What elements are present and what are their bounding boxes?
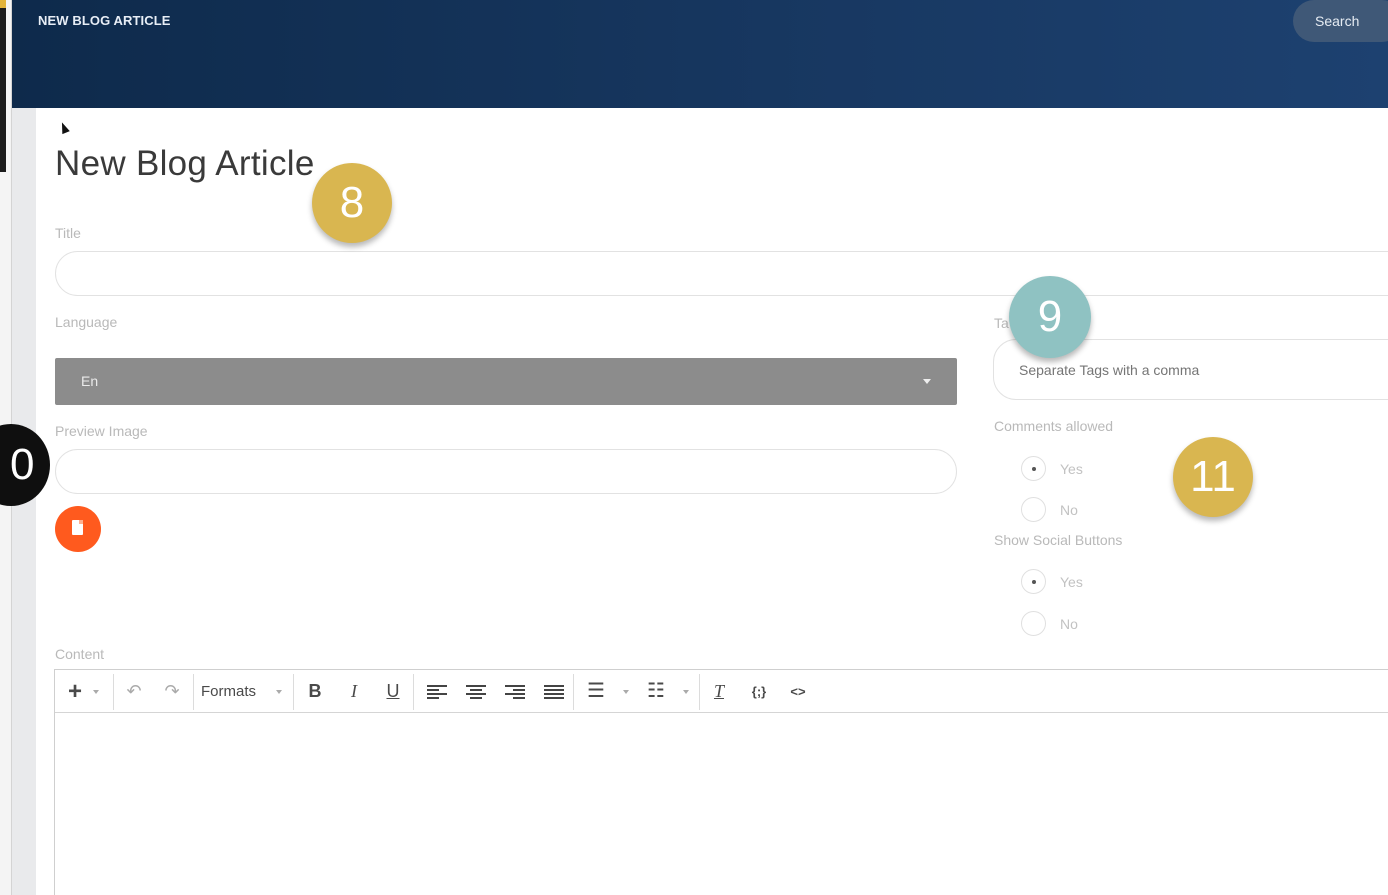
bullet-list-icon[interactable]: ☰ — [583, 670, 609, 713]
editor-toolbar: + ↶ ↷ Formats B I U ☰ ☷ T {;} <> — [55, 670, 1388, 713]
plus-icon[interactable]: + — [63, 670, 87, 713]
chevron-down-icon — [683, 690, 689, 694]
left-edge-accent — [0, 0, 6, 8]
toolbar-separator — [293, 674, 294, 710]
clear-formatting-icon[interactable]: T — [707, 670, 731, 713]
title-input[interactable] — [55, 251, 1388, 296]
align-left-icon[interactable] — [427, 685, 447, 699]
top-header: NEW BLOG ARTICLE Search — [12, 0, 1388, 108]
chevron-down-icon — [276, 690, 282, 694]
social-no-label: No — [1060, 616, 1078, 632]
search-button[interactable]: Search — [1293, 0, 1388, 42]
formats-dropdown[interactable]: Formats — [201, 670, 273, 713]
page-title: New Blog Article — [55, 144, 315, 183]
file-icon — [72, 520, 83, 535]
caret-down-icon — [923, 379, 931, 384]
bold-button[interactable]: B — [303, 670, 327, 713]
language-selected-value: En — [81, 373, 99, 389]
chevron-down-icon — [623, 690, 629, 694]
title-label: Title — [55, 225, 81, 241]
preview-image-input[interactable] — [55, 449, 957, 494]
italic-button[interactable]: I — [342, 670, 366, 713]
step-badge-8: 8 — [312, 163, 392, 243]
toolbar-separator — [193, 674, 194, 710]
social-no-radio[interactable] — [1021, 611, 1046, 636]
mouse-cursor-icon — [58, 120, 70, 135]
choose-file-button[interactable] — [55, 506, 101, 552]
toolbar-separator — [699, 674, 700, 710]
social-yes-label: Yes — [1060, 574, 1083, 590]
step-badge-11: 11 — [1173, 437, 1253, 517]
source-code-icon[interactable]: <> — [785, 670, 811, 713]
align-justify-icon[interactable] — [544, 685, 564, 699]
tags-label: Ta — [994, 315, 1009, 331]
content-editor[interactable]: + ↶ ↷ Formats B I U ☰ ☷ T {;} <> — [54, 669, 1388, 895]
step-badge-10-text: 0 — [10, 440, 35, 489]
comments-no-label: No — [1060, 502, 1078, 518]
align-right-icon[interactable] — [505, 685, 525, 699]
comments-allowed-label: Comments allowed — [994, 418, 1114, 434]
comments-no-radio[interactable] — [1021, 497, 1046, 522]
show-social-buttons-label: Show Social Buttons — [994, 532, 1123, 548]
content-label: Content — [55, 646, 105, 662]
preview-image-label: Preview Image — [55, 423, 148, 439]
formats-label: Formats — [201, 683, 257, 700]
comments-yes-label: Yes — [1060, 461, 1083, 477]
chevron-down-icon — [93, 690, 99, 694]
numbered-list-icon[interactable]: ☷ — [643, 670, 669, 713]
redo-icon[interactable]: ↷ — [159, 670, 185, 713]
language-select[interactable]: En — [55, 358, 957, 405]
step-badge-9: 9 — [1009, 276, 1091, 358]
undo-icon[interactable]: ↶ — [121, 670, 147, 713]
align-center-icon[interactable] — [466, 685, 486, 699]
code-sample-icon[interactable]: {;} — [745, 670, 773, 713]
header-title: NEW BLOG ARTICLE — [38, 13, 171, 28]
toolbar-separator — [113, 674, 114, 710]
language-label: Language — [55, 314, 118, 330]
social-yes-radio[interactable] — [1021, 569, 1046, 594]
toolbar-separator — [573, 674, 574, 710]
left-edge-dark-bar — [0, 0, 6, 172]
underline-button[interactable]: U — [381, 670, 405, 713]
toolbar-separator — [413, 674, 414, 710]
comments-yes-radio[interactable] — [1021, 456, 1046, 481]
